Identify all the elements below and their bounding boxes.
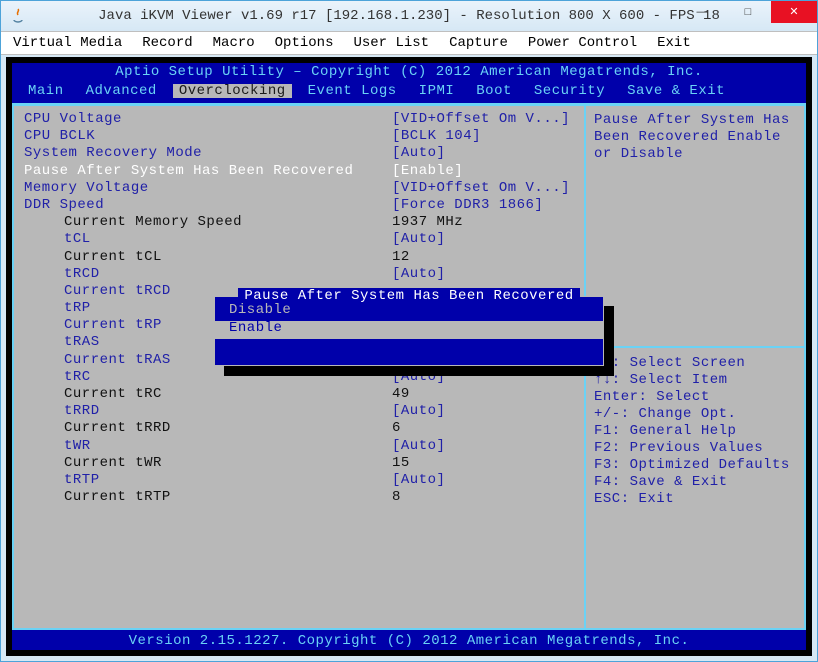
bios-header: Aptio Setup Utility – Copyright (C) 2012… — [12, 63, 806, 81]
setting-row[interactable]: tRTP[Auto] — [24, 473, 574, 490]
java-icon — [9, 7, 27, 25]
setting-label: Memory Voltage — [24, 181, 392, 195]
nav-esc: ESC: Exit — [594, 492, 796, 509]
bios-tab-main[interactable]: Main — [22, 84, 70, 98]
minimize-button[interactable]: — — [679, 1, 725, 23]
setting-label: Current tRTP — [24, 490, 392, 504]
setting-value: [VID+Offset Om V...] — [392, 112, 570, 126]
popup-title: Pause After System Has Been Recovered — [215, 289, 603, 303]
setting-row: Current Memory Speed1937 MHz — [24, 215, 574, 232]
setting-row[interactable]: CPU Voltage[VID+Offset Om V...] — [24, 112, 574, 129]
setting-row: Current tRC49 — [24, 387, 574, 404]
setting-row[interactable]: tRCD[Auto] — [24, 267, 574, 284]
setting-value: [Force DDR3 1866] — [392, 198, 543, 212]
popup-option-enable[interactable]: Enable — [215, 321, 603, 339]
setting-value: 49 — [392, 387, 410, 401]
setting-value: 6 — [392, 421, 401, 435]
setting-label: DDR Speed — [24, 198, 392, 212]
setting-label: Current tRC — [24, 387, 392, 401]
setting-row: Current tRRD6 — [24, 421, 574, 438]
setting-label: System Recovery Mode — [24, 146, 392, 160]
setting-label: Pause After System Has Been Recovered — [24, 164, 392, 178]
menu-item-user-list[interactable]: User List — [351, 34, 431, 52]
setting-value: 12 — [392, 250, 410, 264]
menu-bar: Virtual Media Record Macro Options User List… — [1, 31, 817, 55]
bios-tab-save-exit[interactable]: Save & Exit — [621, 84, 731, 98]
window-buttons: — □ ✕ — [679, 1, 817, 23]
setting-row[interactable]: Pause After System Has Been Recovered[En… — [24, 164, 574, 181]
bios-tab-ipmi[interactable]: IPMI — [413, 84, 461, 98]
menu-item-power-control[interactable]: Power Control — [526, 34, 639, 52]
nav-f3: F3: Optimized Defaults — [594, 458, 796, 475]
setting-label: Current tWR — [24, 456, 392, 470]
setting-value: [Auto] — [392, 146, 445, 160]
menu-item-virtual-media[interactable]: Virtual Media — [11, 34, 124, 52]
setting-label: Current tCL — [24, 250, 392, 264]
setting-row: Current tWR15 — [24, 456, 574, 473]
popup-option-disable[interactable]: Disable — [215, 303, 603, 321]
setting-value: [Auto] — [392, 439, 445, 453]
setting-row[interactable]: Memory Voltage[VID+Offset Om V...] — [24, 181, 574, 198]
setting-value: [Auto] — [392, 404, 445, 418]
nav-enter: Enter: Select — [594, 390, 796, 407]
setting-label: CPU Voltage — [24, 112, 392, 126]
nav-f4: F4: Save & Exit — [594, 475, 796, 492]
menu-item-exit[interactable]: Exit — [655, 34, 693, 52]
nav-select-screen: →←: Select Screen — [594, 356, 796, 373]
menu-item-capture[interactable]: Capture — [447, 34, 510, 52]
maximize-button[interactable]: □ — [725, 1, 771, 23]
setting-row[interactable]: tWR[Auto] — [24, 439, 574, 456]
setting-label: CPU BCLK — [24, 129, 392, 143]
terminal-frame: Aptio Setup Utility – Copyright (C) 2012… — [6, 57, 812, 656]
setting-row[interactable]: tCL[Auto] — [24, 232, 574, 249]
nav-f1: F1: General Help — [594, 424, 796, 441]
bios-tab-boot[interactable]: Boot — [470, 84, 518, 98]
setting-label: Current Memory Speed — [24, 215, 392, 229]
app-window: Java iKVM Viewer v1.69 r17 [192.168.1.23… — [0, 0, 818, 662]
setting-label: tWR — [24, 439, 392, 453]
setting-label: tCL — [24, 232, 392, 246]
nav-f2: F2: Previous Values — [594, 441, 796, 458]
setting-value: [VID+Offset Om V...] — [392, 181, 570, 195]
setting-value: [Enable] — [392, 164, 463, 178]
options-popup: Pause After System Has Been Recovered Di… — [214, 296, 604, 366]
setting-value: [Auto] — [392, 473, 445, 487]
bios-tab-advanced[interactable]: Advanced — [80, 84, 163, 98]
help-text: Pause After System Has Been Recovered En… — [594, 112, 796, 163]
nav-select-item: ↑↓: Select Item — [594, 373, 796, 390]
setting-row[interactable]: System Recovery Mode[Auto] — [24, 146, 574, 163]
bios-body: CPU Voltage[VID+Offset Om V...]CPU BCLK[… — [12, 103, 806, 630]
setting-label: tRTP — [24, 473, 392, 487]
help-pane: Pause After System Has Been Recovered En… — [584, 106, 804, 628]
setting-label: tRRD — [24, 404, 392, 418]
setting-label: tRCD — [24, 267, 392, 281]
bios-footer: Version 2.15.1227. Copyright (C) 2012 Am… — [12, 632, 806, 650]
setting-row[interactable]: DDR Speed[Force DDR3 1866] — [24, 198, 574, 215]
setting-value: [Auto] — [392, 232, 445, 246]
title-bar: Java iKVM Viewer v1.69 r17 [192.168.1.23… — [1, 1, 817, 31]
menu-item-record[interactable]: Record — [140, 34, 194, 52]
bios-screen[interactable]: Aptio Setup Utility – Copyright (C) 2012… — [12, 63, 806, 650]
window-title: Java iKVM Viewer v1.69 r17 [192.168.1.23… — [98, 9, 720, 23]
setting-value: 15 — [392, 456, 410, 470]
menu-item-options[interactable]: Options — [273, 34, 336, 52]
bios-tabbar: Main Advanced Overclocking Event Logs IPMI Bo… — [12, 81, 806, 101]
setting-value: 8 — [392, 490, 401, 504]
bios-tab-overclocking[interactable]: Overclocking — [173, 84, 292, 98]
setting-label: Current tRRD — [24, 421, 392, 435]
setting-value: [BCLK 104] — [392, 129, 481, 143]
setting-row[interactable]: CPU BCLK[BCLK 104] — [24, 129, 574, 146]
setting-value: [Auto] — [392, 267, 445, 281]
nav-change: +/-: Change Opt. — [594, 407, 796, 424]
close-button[interactable]: ✕ — [771, 1, 817, 23]
nav-help: →←: Select Screen ↑↓: Select Item Enter:… — [594, 356, 796, 509]
bios-tab-event-logs[interactable]: Event Logs — [302, 84, 403, 98]
bios-tab-security[interactable]: Security — [528, 84, 611, 98]
setting-row: Current tCL12 — [24, 250, 574, 267]
menu-item-macro[interactable]: Macro — [211, 34, 257, 52]
setting-row[interactable]: tRRD[Auto] — [24, 404, 574, 421]
help-separator — [584, 346, 804, 348]
setting-value: 1937 MHz — [392, 215, 463, 229]
setting-row: Current tRTP8 — [24, 490, 574, 507]
